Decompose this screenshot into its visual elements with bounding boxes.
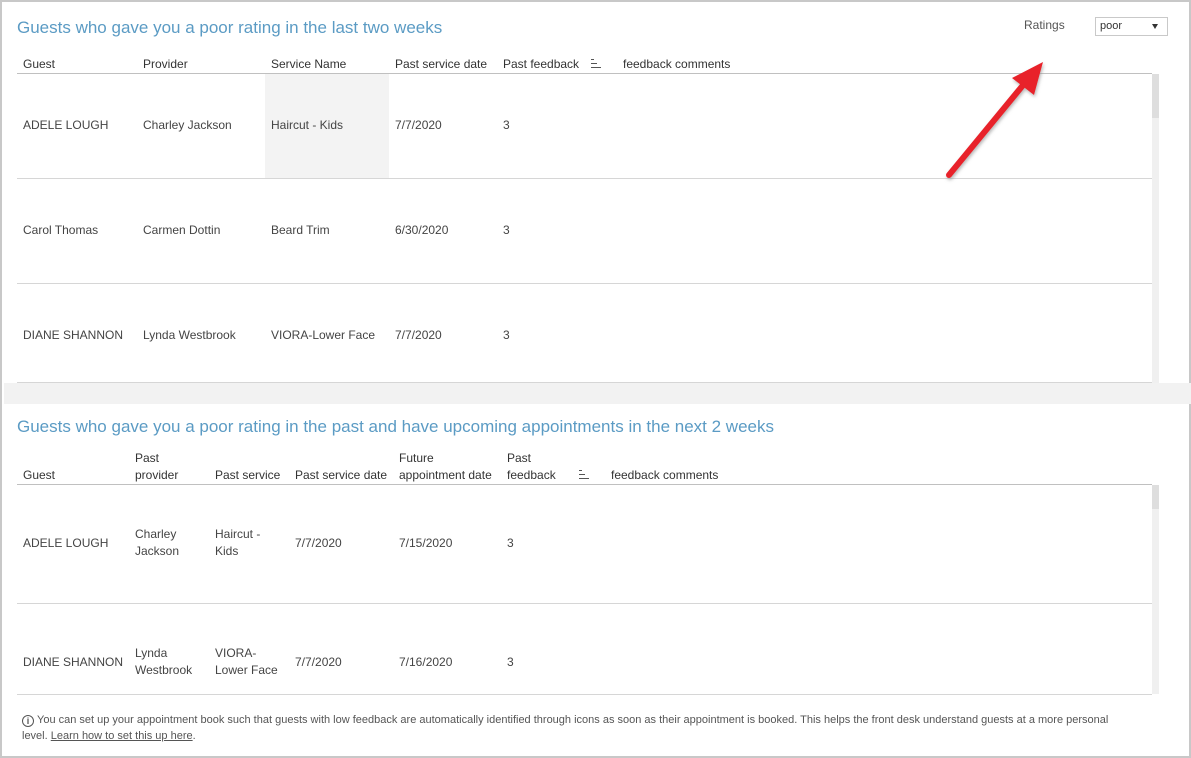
- cell-past-date: 7/7/2020: [295, 536, 342, 550]
- cell-guest: Carol Thomas: [23, 223, 99, 237]
- cell-provider: Charley Jackson: [143, 118, 232, 132]
- cell-feedback: 3: [507, 536, 514, 550]
- cell-guest: ADELE LOUGH: [23, 118, 109, 132]
- cell-feedback: 3: [507, 655, 514, 669]
- scrollbar-thumb[interactable]: [1152, 485, 1159, 509]
- cell-past-provider: Charley Jackson: [135, 526, 179, 560]
- header-feedback-comments[interactable]: feedback comments: [623, 56, 730, 73]
- header-past-provider[interactable]: Past provider: [135, 450, 178, 484]
- cell-guest: DIANE SHANNON: [23, 328, 124, 342]
- header-service-name[interactable]: Service Name: [271, 56, 346, 73]
- cell-future-date: 7/15/2020: [399, 536, 453, 550]
- learn-how-link[interactable]: Learn how to set this up here: [51, 730, 193, 742]
- row-divider: [17, 694, 1152, 695]
- cell-past-provider-line1: Charley: [135, 527, 177, 541]
- cell-service: Haircut - Kids: [271, 118, 344, 132]
- header-future-line2: appointment date: [399, 468, 492, 482]
- cell-past-service-line1: Haircut -: [215, 527, 261, 541]
- cell-guest: ADELE LOUGH: [23, 536, 109, 550]
- header-feedback-line2: feedback: [507, 468, 556, 482]
- header-past-provider-line2: provider: [135, 468, 179, 482]
- footer-note: i You can set up your appointment book su…: [22, 714, 1109, 742]
- section2-title: Guests who gave you a poor rating in the…: [17, 417, 774, 436]
- scrollbar-thumb[interactable]: [1152, 74, 1159, 118]
- ratings-filter-dropdown[interactable]: poor: [1095, 17, 1168, 36]
- cell-past-date: 7/7/2020: [395, 328, 442, 342]
- cell-past-service-line2: Kids: [215, 544, 239, 558]
- header-future-appointment-date[interactable]: Future appointment date: [399, 450, 492, 484]
- header-past-service-date[interactable]: Past service date: [395, 56, 487, 73]
- cell-past-service-line2: Lower Face: [215, 663, 278, 677]
- cell-future-date: 7/16/2020: [399, 655, 453, 669]
- cell-provider: Lynda Westbrook: [143, 328, 236, 342]
- header-past-feedback[interactable]: Past feedback: [507, 450, 556, 484]
- info-icon: i: [22, 715, 34, 727]
- scrollbar[interactable]: [1152, 485, 1159, 694]
- sort-icon[interactable]: [579, 470, 591, 479]
- ratings-filter-label: Ratings: [1024, 18, 1065, 32]
- cell-past-provider-line1: Lynda: [135, 646, 168, 660]
- header-provider[interactable]: Provider: [143, 56, 188, 73]
- chevron-down-icon: [1152, 24, 1158, 29]
- header-past-service-date[interactable]: Past service date: [295, 467, 387, 484]
- cell-past-date: 6/30/2020: [395, 223, 449, 237]
- header-divider: [17, 73, 1152, 74]
- scrollbar[interactable]: [1152, 74, 1159, 383]
- cell-provider: Carmen Dottin: [143, 223, 221, 237]
- cell-past-date: 7/7/2020: [295, 655, 342, 669]
- header-divider: [17, 484, 1152, 485]
- header-past-service[interactable]: Past service: [215, 467, 280, 484]
- cell-feedback: 3: [503, 118, 510, 132]
- cell-feedback: 3: [503, 328, 510, 342]
- sort-icon[interactable]: [591, 59, 603, 68]
- cell-feedback: 3: [503, 223, 510, 237]
- ratings-filter-value: poor: [1100, 20, 1123, 32]
- cell-past-provider: Lynda Westbrook: [135, 645, 192, 679]
- cell-service: Beard Trim: [271, 223, 330, 237]
- section-separator: [4, 383, 1191, 404]
- section1-title: Guests who gave you a poor rating in the…: [17, 18, 443, 37]
- cell-past-provider-line2: Jackson: [135, 544, 180, 558]
- header-guest[interactable]: Guest: [23, 467, 55, 484]
- row-divider: [17, 283, 1152, 284]
- row-divider: [17, 178, 1152, 179]
- cell-past-service-line1: VIORA-: [215, 646, 257, 660]
- dashboard-frame: Guests who gave you a poor rating in the…: [0, 0, 1191, 758]
- header-future-line1: Future: [399, 451, 434, 465]
- row-divider: [17, 603, 1152, 604]
- header-guest[interactable]: Guest: [23, 56, 55, 73]
- cell-service: VIORA-Lower Face: [271, 328, 376, 342]
- cell-past-date: 7/7/2020: [395, 118, 442, 132]
- cell-past-service: Haircut - Kids: [215, 526, 260, 560]
- header-feedback-comments[interactable]: feedback comments: [611, 467, 718, 484]
- cell-guest: DIANE SHANNON: [23, 655, 124, 669]
- header-past-provider-line1: Past: [135, 451, 160, 465]
- cell-past-provider-line2: Westbrook: [135, 663, 193, 677]
- cell-past-service: VIORA- Lower Face: [215, 645, 278, 679]
- header-past-feedback[interactable]: Past feedback: [503, 56, 579, 73]
- header-feedback-line1: Past: [507, 451, 532, 465]
